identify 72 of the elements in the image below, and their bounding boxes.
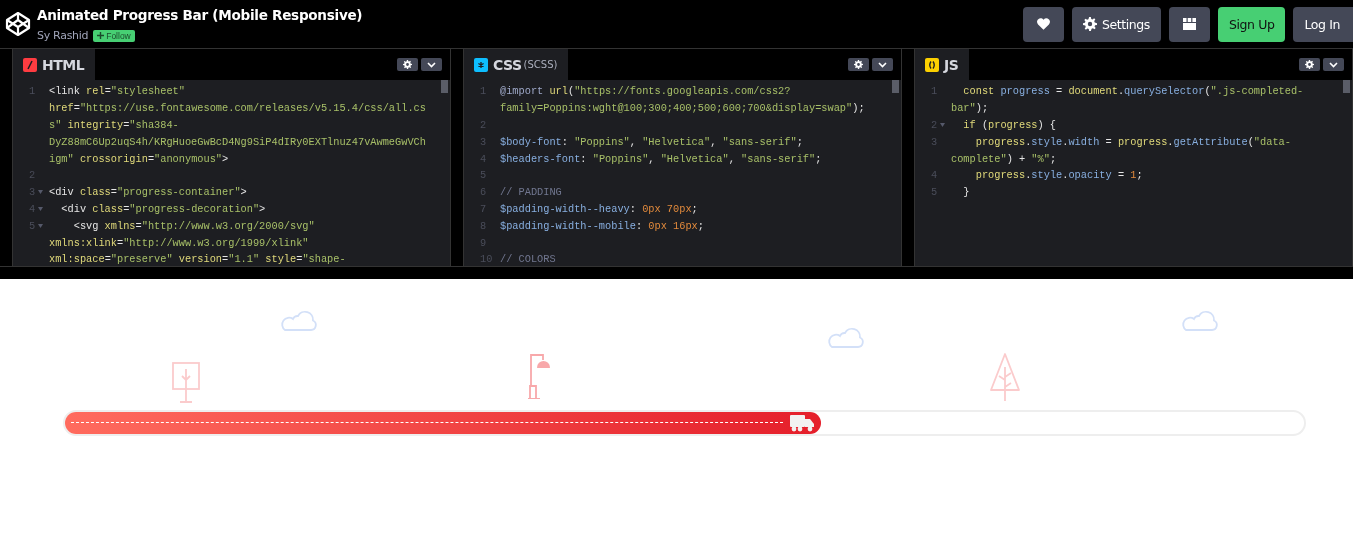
fold-caret-icon[interactable] <box>940 123 946 127</box>
truck-icon <box>788 414 815 432</box>
line-number: 3 <box>29 186 36 199</box>
code-line: // PADDING <box>500 186 562 199</box>
editor-title: HTML <box>42 56 85 73</box>
tree-icon <box>171 361 201 403</box>
editor-tab[interactable]: CSS(SCSS) <box>464 49 569 80</box>
editor-settings-button[interactable] <box>1299 58 1320 71</box>
log-in-button[interactable]: Log In <box>1293 6 1353 42</box>
settings-icon <box>403 60 412 69</box>
code-line: $body-font: "Poppins", "Helvetica", "sans-serif"; <box>500 135 803 148</box>
cube-logo[interactable] <box>5 11 31 37</box>
line-number: 3 <box>931 135 938 148</box>
code-line: bar"); <box>951 102 989 115</box>
line-number: 3 <box>480 135 487 148</box>
scrollbar-thumb[interactable] <box>441 80 448 93</box>
html-icon <box>23 57 37 72</box>
plus-icon <box>97 32 105 39</box>
scrollbar-thumb[interactable] <box>1343 80 1350 93</box>
fold-caret-icon[interactable] <box>38 206 44 211</box>
code-line: <svg xmlns="http://www.w3.org/2000/svg" <box>72 219 315 232</box>
chevron-icon <box>878 61 887 68</box>
fold-caret-icon[interactable] <box>38 190 44 195</box>
code-line: } <box>962 186 970 199</box>
layout-button[interactable] <box>1168 6 1210 42</box>
code-line: progress.style.opacity = 1; <box>974 169 1143 182</box>
editor-title: JS <box>944 56 959 73</box>
code-line: complete") + "%"; <box>951 152 1057 165</box>
code-line: const progress = document.querySelector(".js-completed- <box>962 85 1304 98</box>
editor-settings-button[interactable] <box>848 58 869 71</box>
layout-icon <box>1182 18 1196 30</box>
code-line: s" integrity="sha384- <box>49 119 179 131</box>
brackets-icon <box>925 57 939 72</box>
sign-up-button[interactable]: Sign Up <box>1217 6 1286 42</box>
heart-icon <box>1036 18 1050 30</box>
editor-settings-button[interactable] <box>397 58 418 71</box>
code-line: DyZ88mC6Up2uqS4h/KRgHuoeGwBcD4Ng9SiP4dIRy0EXTlnuz47vAwmeGwVCh <box>49 135 426 148</box>
chevron-icon <box>1329 61 1338 68</box>
code-line: // COLORS <box>500 253 556 266</box>
code-line: family=Poppins:wght@100;300;400;500;600;700&display=swap"); <box>500 102 865 115</box>
code-line: $padding-width--mobile: 0px 16px; <box>500 219 704 232</box>
code-line: igm" crossorigin="anonymous"> <box>49 152 229 165</box>
collapse-button[interactable] <box>872 58 893 71</box>
tree-icon <box>988 352 1022 402</box>
code-line: href="https://use.fontawesome.com/releases/v5.15.4/css/all.cs <box>49 102 426 115</box>
settings-icon <box>854 60 863 69</box>
editor-subtitle: (SCSS) <box>523 59 558 70</box>
editor-tab[interactable]: JS <box>915 49 970 80</box>
code-line: xmlns:xlink="http://www.w3.org/1999/xlink" <box>49 236 309 249</box>
editor-title: CSS <box>493 56 522 73</box>
chevron-icon <box>427 61 436 68</box>
code-line: progress.style.width = progress.getAttribute("data- <box>974 135 1291 148</box>
code-line: @import url("https://fonts.googleapis.com/css2? <box>500 85 791 98</box>
code-line: if (progress) { <box>962 119 1057 131</box>
code-line: <div class="progress-decoration"> <box>60 202 266 215</box>
fold-caret-icon[interactable] <box>38 223 44 228</box>
collapse-button[interactable] <box>1323 58 1344 71</box>
code-line: $headers-font: "Poppins", "Helvetica", "sans-serif"; <box>500 152 822 165</box>
scrollbar-thumb[interactable] <box>892 80 899 93</box>
follow-button[interactable]: Follow <box>93 29 135 42</box>
editor-tab[interactable]: HTML <box>13 49 96 80</box>
collapse-button[interactable] <box>421 58 442 71</box>
code-line: xml:space="preserve" version="1.1" style="shape- <box>49 253 346 266</box>
code-line: <link rel="stylesheet" <box>49 85 185 98</box>
settings-icon <box>1082 17 1097 31</box>
pen-title: Animated Progress Bar (Mobile Responsive) <box>37 6 364 24</box>
code-line: $padding-width--heavy: 0px 70px; <box>500 202 698 215</box>
like-button[interactable] <box>1022 6 1064 42</box>
settings-button[interactable]: Settings <box>1071 6 1161 42</box>
code-line: <div class="progress-container"> <box>49 186 247 199</box>
settings-icon <box>1305 60 1314 69</box>
author-link[interactable]: Sy Rashid <box>37 29 89 42</box>
